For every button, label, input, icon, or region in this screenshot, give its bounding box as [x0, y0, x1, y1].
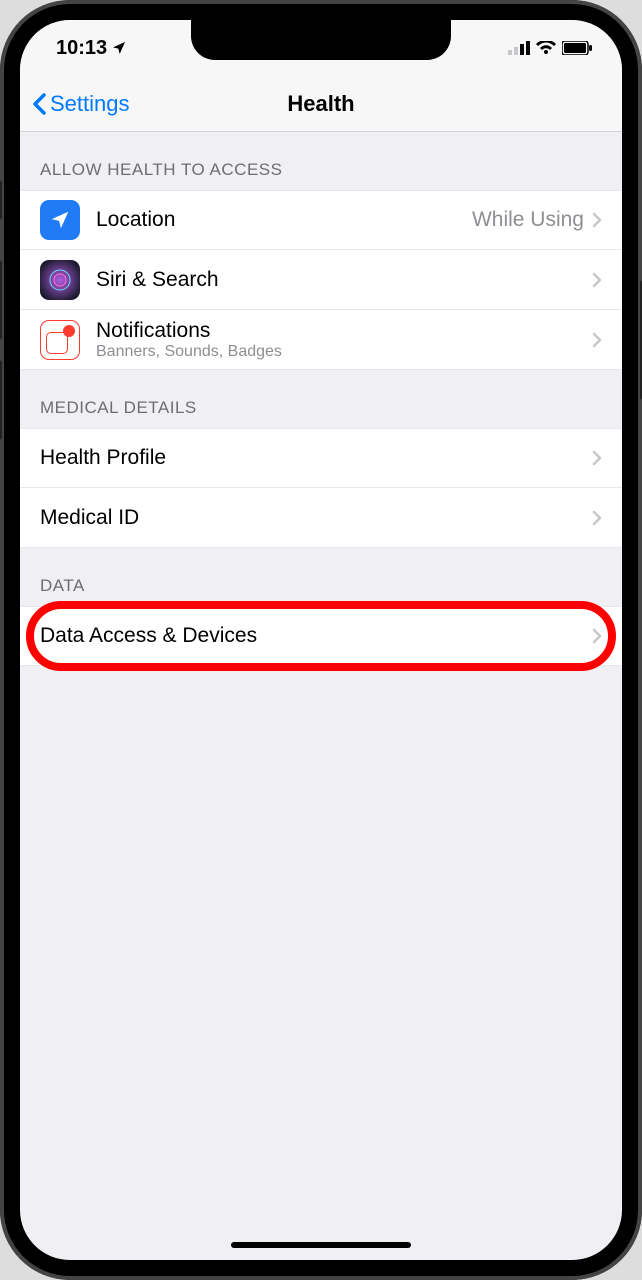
wifi-icon: [536, 41, 556, 55]
chevron-right-icon: [592, 628, 602, 644]
row-label: Siri & Search: [96, 268, 592, 292]
row-siri-search[interactable]: Siri & Search: [20, 250, 622, 310]
phone-frame: 10:13 Settings Health ALLOW HEALTH TO AC…: [0, 0, 642, 1280]
volume-up-button: [0, 260, 2, 340]
home-indicator[interactable]: [231, 1242, 411, 1248]
row-location[interactable]: Location While Using: [20, 190, 622, 250]
location-services-icon: [111, 40, 127, 56]
row-medical-id[interactable]: Medical ID: [20, 488, 622, 548]
row-label: Medical ID: [40, 506, 592, 530]
status-time: 10:13: [56, 37, 107, 60]
row-label: Data Access & Devices: [40, 624, 592, 648]
siri-icon: [40, 260, 80, 300]
chevron-right-icon: [592, 272, 602, 288]
chevron-right-icon: [592, 510, 602, 526]
screen: 10:13 Settings Health ALLOW HEALTH TO AC…: [20, 20, 622, 1260]
mute-switch: [0, 180, 2, 220]
notch: [191, 20, 451, 60]
nav-bar: Settings Health: [20, 76, 622, 132]
chevron-right-icon: [592, 450, 602, 466]
row-data-access-devices[interactable]: Data Access & Devices: [20, 606, 622, 666]
cellular-icon: [508, 41, 530, 55]
notifications-icon: [40, 320, 80, 360]
chevron-right-icon: [592, 332, 602, 348]
row-label: Health Profile: [40, 446, 592, 470]
row-value: While Using: [472, 208, 584, 232]
row-notifications[interactable]: Notifications Banners, Sounds, Badges: [20, 310, 622, 370]
section-header-data: DATA: [20, 548, 622, 606]
chevron-right-icon: [592, 212, 602, 228]
section-header-medical: MEDICAL DETAILS: [20, 370, 622, 428]
volume-down-button: [0, 360, 2, 440]
row-label: Location: [96, 208, 472, 232]
battery-icon: [562, 41, 592, 55]
row-label: Notifications: [96, 319, 592, 343]
back-button[interactable]: Settings: [20, 91, 130, 117]
section-header-access: ALLOW HEALTH TO ACCESS: [20, 132, 622, 190]
back-label: Settings: [50, 91, 130, 117]
chevron-left-icon: [32, 93, 46, 115]
location-icon: [40, 200, 80, 240]
row-health-profile[interactable]: Health Profile: [20, 428, 622, 488]
page-title: Health: [287, 91, 354, 117]
row-sublabel: Banners, Sounds, Badges: [96, 343, 592, 361]
settings-content: ALLOW HEALTH TO ACCESS Location While Us…: [20, 132, 622, 666]
